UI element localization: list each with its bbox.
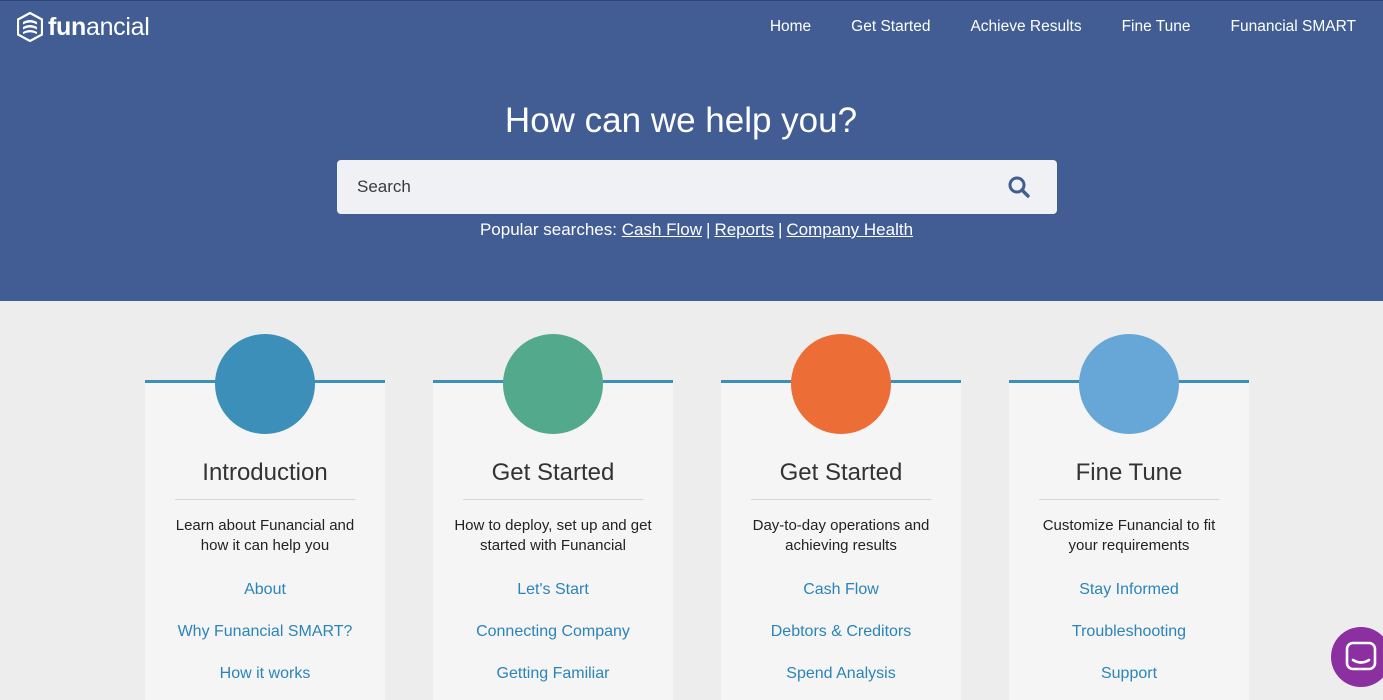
funancial-logo-icon bbox=[17, 12, 43, 42]
popular-link-company-health[interactable]: Company Health bbox=[786, 220, 913, 239]
card-divider bbox=[1039, 499, 1219, 500]
search-box bbox=[337, 160, 1057, 214]
popular-searches: Popular searches: Cash Flow | Reports | Comp… bbox=[0, 219, 1383, 241]
card-divider bbox=[463, 499, 643, 500]
nav-funancial-smart[interactable]: Funancial SMART bbox=[1231, 17, 1356, 37]
card-link-how-it-works[interactable]: How it works bbox=[145, 664, 385, 684]
category-card-fine-tune: Fine Tune Customize Funancial to fit you… bbox=[1009, 334, 1249, 700]
card-description: How to deploy, set up and get started wi… bbox=[454, 517, 652, 554]
card-title: Introduction bbox=[202, 459, 328, 486]
card-divider bbox=[751, 499, 931, 500]
card-circle-icon bbox=[215, 334, 315, 434]
card-title: Get Started bbox=[779, 459, 903, 486]
card-link-cash-flow[interactable]: Cash Flow bbox=[721, 580, 961, 600]
nav-get-started[interactable]: Get Started bbox=[851, 17, 930, 37]
card-circle-icon bbox=[503, 334, 603, 434]
card-description: Learn about Funancial and how it can hel… bbox=[175, 517, 355, 554]
top-nav: Home Get Started Achieve Results Fine Tu… bbox=[730, 17, 1356, 37]
card-link-connecting-company[interactable]: Connecting Company bbox=[433, 622, 673, 642]
popular-link-cash-flow[interactable]: Cash Flow bbox=[622, 220, 702, 239]
popular-separator: | bbox=[777, 220, 783, 239]
search-input[interactable] bbox=[337, 160, 997, 214]
card-link-getting-familiar[interactable]: Getting Familiar bbox=[433, 664, 673, 684]
hero-banner: funancial Home Get Started Achieve Resul… bbox=[0, 0, 1383, 301]
popular-separator: | bbox=[706, 220, 711, 239]
card-link-debtors-creditors[interactable]: Debtors & Creditors bbox=[721, 622, 961, 642]
card-link-troubleshooting[interactable]: Troubleshooting bbox=[1009, 622, 1249, 642]
card-title: Fine Tune bbox=[1075, 459, 1183, 486]
category-card-get-started: Get Started How to deploy, set up and ge… bbox=[433, 334, 673, 700]
chat-launcher-button[interactable] bbox=[1331, 627, 1383, 687]
card-link-support[interactable]: Support bbox=[1009, 664, 1249, 684]
card-link-spend-analysis[interactable]: Spend Analysis bbox=[721, 664, 961, 684]
category-card-achieve-results: Get Started Day-to-day operations and ac… bbox=[721, 334, 961, 700]
card-link-lets-start[interactable]: Let's Start bbox=[433, 580, 673, 600]
popular-link-reports[interactable]: Reports bbox=[714, 220, 774, 239]
chat-icon bbox=[1345, 641, 1377, 671]
card-description: Customize Funancial to fit your requirem… bbox=[1042, 517, 1216, 554]
category-card-introduction: Introduction Learn about Funancial and h… bbox=[145, 334, 385, 700]
card-link-about[interactable]: About bbox=[145, 580, 385, 600]
card-link-stay-informed[interactable]: Stay Informed bbox=[1009, 580, 1249, 600]
nav-home[interactable]: Home bbox=[770, 17, 811, 37]
search-icon[interactable] bbox=[1007, 175, 1031, 199]
hero-title: How can we help you? bbox=[504, 101, 858, 140]
logo[interactable]: funancial bbox=[17, 12, 150, 42]
card-divider bbox=[175, 499, 355, 500]
logo-wordmark-bold: fun bbox=[48, 13, 86, 41]
card-title: Get Started bbox=[491, 459, 615, 486]
nav-achieve-results[interactable]: Achieve Results bbox=[970, 17, 1081, 37]
nav-fine-tune[interactable]: Fine Tune bbox=[1122, 17, 1191, 37]
card-link-why-funancial-smart[interactable]: Why Funancial SMART? bbox=[145, 622, 385, 642]
logo-wordmark: funancial bbox=[48, 12, 150, 42]
logo-wordmark-light: ancial bbox=[85, 13, 150, 41]
card-circle-icon bbox=[1079, 334, 1179, 434]
card-circle-icon bbox=[791, 334, 891, 434]
popular-searches-label: Popular searches: bbox=[479, 220, 617, 239]
card-description: Day-to-day operations and achieving resu… bbox=[752, 517, 930, 554]
